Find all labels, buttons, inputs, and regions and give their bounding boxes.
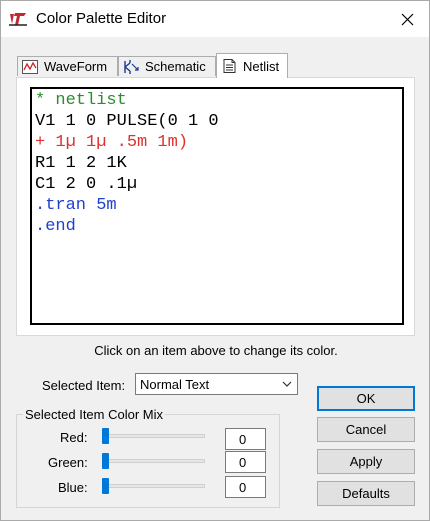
blue-label: Blue:: [58, 480, 88, 495]
red-slider-thumb[interactable]: [102, 428, 109, 444]
window-title: Color Palette Editor: [36, 10, 167, 27]
tab-schematic-label: Schematic: [145, 59, 206, 74]
app-logo-icon: [9, 11, 27, 27]
apply-button[interactable]: Apply: [317, 449, 415, 474]
tab-waveform[interactable]: WaveForm: [17, 56, 118, 76]
selected-item-label: Selected Item:: [42, 378, 126, 393]
schematic-icon: [124, 59, 139, 74]
netlist-line[interactable]: .tran 5m: [35, 195, 402, 216]
ok-button[interactable]: OK: [317, 386, 415, 411]
blue-slider-thumb[interactable]: [102, 478, 109, 494]
tab-waveform-label: WaveForm: [44, 59, 108, 74]
color-mix-title: Selected Item Color Mix: [23, 407, 165, 422]
chevron-down-icon: [282, 381, 292, 387]
red-slider[interactable]: [102, 434, 205, 438]
netlist-line[interactable]: * netlist: [35, 90, 402, 111]
netlist-icon: [223, 59, 236, 73]
green-value-input[interactable]: 0: [225, 451, 266, 473]
netlist-line[interactable]: + 1µ 1µ .5m 1m): [35, 132, 402, 153]
selected-item-value: Normal Text: [140, 377, 210, 392]
blue-value-input[interactable]: 0: [225, 476, 266, 498]
title-bar: Color Palette Editor: [1, 1, 429, 37]
close-button[interactable]: [385, 1, 429, 37]
netlist-preview[interactable]: * netlist V1 1 0 PULSE(0 1 0 + 1µ 1µ .5m 1…: [30, 87, 404, 325]
dialog-window: Color Palette Editor WaveForm Schematic …: [0, 0, 430, 521]
tab-schematic[interactable]: Schematic: [118, 56, 216, 76]
netlist-line[interactable]: V1 1 0 PULSE(0 1 0: [35, 111, 402, 132]
red-value-input[interactable]: 0: [225, 428, 266, 450]
tab-netlist-label: Netlist: [243, 58, 280, 74]
close-icon: [401, 13, 413, 25]
green-slider[interactable]: [102, 459, 205, 463]
red-label: Red:: [60, 430, 88, 445]
tab-netlist[interactable]: Netlist: [216, 53, 288, 78]
green-label: Green:: [48, 455, 88, 470]
green-slider-thumb[interactable]: [102, 453, 109, 469]
cancel-button[interactable]: Cancel: [317, 417, 415, 442]
selected-item-dropdown[interactable]: Normal Text: [135, 373, 298, 395]
netlist-line[interactable]: .end: [35, 216, 402, 237]
netlist-line[interactable]: R1 1 2 1K: [35, 153, 402, 174]
blue-slider[interactable]: [102, 484, 205, 488]
defaults-button[interactable]: Defaults: [317, 481, 415, 506]
waveform-icon: [22, 59, 38, 74]
netlist-line[interactable]: C1 2 0 .1µ: [35, 174, 402, 195]
hint-text: Click on an item above to change its col…: [94, 343, 338, 358]
